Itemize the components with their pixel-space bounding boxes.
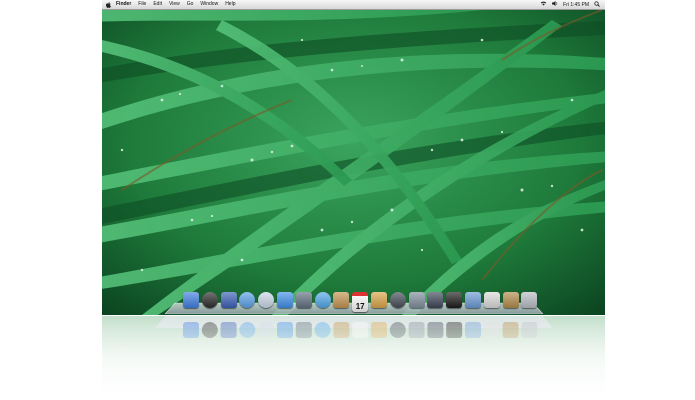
finder-icon[interactable] [183,292,199,308]
itunes-icon[interactable] [314,292,331,308]
grass-wallpaper [102,0,605,315]
documents-folder-icon[interactable] [502,292,519,308]
garageband-icon[interactable] [371,292,387,308]
dock-icons: 17 [165,291,543,314]
address-book-icon[interactable] [333,292,350,308]
menu-window[interactable]: Window [200,0,218,9]
iphoto-icon[interactable] [408,292,425,308]
spaces-icon[interactable] [220,292,237,308]
menu-edit[interactable]: Edit [153,0,162,9]
time-machine-icon[interactable] [389,292,406,308]
menu-file[interactable]: File [138,0,146,9]
mail-icon[interactable] [258,292,275,308]
screen-reflection [102,316,605,400]
dashboard-icon[interactable] [201,292,218,308]
imovie-icon[interactable] [427,292,444,308]
menu-view[interactable]: View [169,0,180,9]
preview-icon[interactable] [483,292,500,308]
safari-icon[interactable] [239,292,256,308]
ical-icon[interactable]: 17 [352,292,369,312]
dvd-player-icon[interactable] [446,292,463,308]
menu-app-name[interactable]: Finder [116,0,131,9]
menu-go[interactable]: Go [187,0,194,9]
spotlight-search-icon[interactable] [594,0,600,9]
photo-icon[interactable] [295,292,312,308]
ichat-icon[interactable] [277,292,293,308]
trash-icon[interactable] [521,292,538,308]
menu-bar: Finder File Edit View Go Window Help Fri… [102,0,605,10]
desktop-screen: Finder File Edit View Go Window Help Fri… [102,0,605,315]
apple-logo-icon[interactable] [106,1,111,8]
wifi-icon[interactable] [540,1,547,8]
volume-icon[interactable] [552,1,558,8]
menu-help[interactable]: Help [225,0,235,9]
clock[interactable]: Fri 1:45 PM [563,2,589,8]
ical-date-label: 17 [355,302,365,311]
menu-extras: Fri 1:45 PM [535,0,605,9]
dock: 17 [165,291,543,314]
iweb-icon[interactable] [465,292,481,308]
